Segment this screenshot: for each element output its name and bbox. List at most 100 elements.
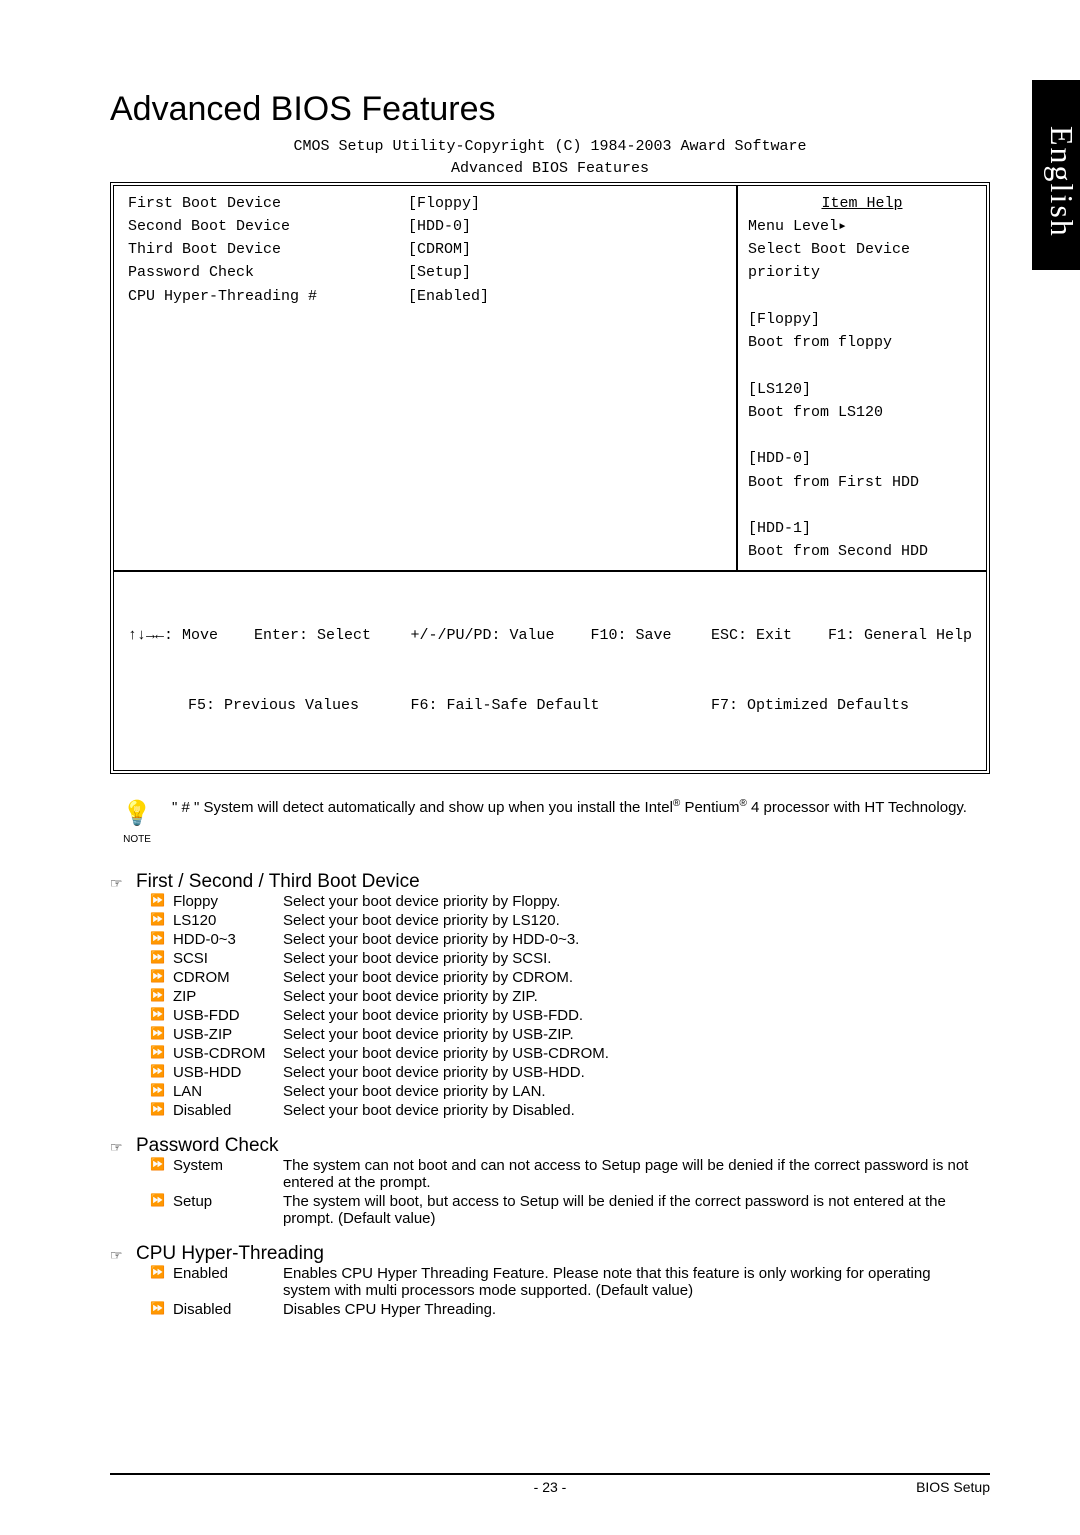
section-title: Password Check [136, 1135, 279, 1157]
option-bullet-icon: ⏩ [150, 1026, 173, 1045]
note-icon: 💡 NOTE [110, 796, 164, 847]
bios-header-line1: CMOS Setup Utility-Copyright (C) 1984-20… [110, 137, 990, 157]
keys-row1-mid: +/-/PU/PD: Value F10: Save [410, 624, 671, 647]
option-name: Enabled [173, 1265, 283, 1301]
option-name: USB-ZIP [173, 1026, 283, 1045]
note-text-b: Pentium [680, 799, 739, 816]
option-description: Select your boot device priority by USB-… [283, 1007, 617, 1026]
option-row: ⏩ZIPSelect your boot device priority by … [150, 988, 617, 1007]
option-name: USB-FDD [173, 1007, 283, 1026]
section-bullet-icon: ☞ [110, 1243, 136, 1264]
option-description: Select your boot device priority by CDRO… [283, 969, 617, 988]
help-line: [LS120] [748, 378, 976, 401]
option-bullet-icon: ⏩ [150, 1102, 173, 1121]
option-row: ⏩DisabledSelect your boot device priorit… [150, 1102, 617, 1121]
note-icon-label: NOTE [110, 832, 164, 847]
page-footer: - 23 - BIOS Setup [110, 1473, 990, 1495]
option-name: Setup [173, 1193, 283, 1229]
help-line: [HDD-0] [748, 447, 976, 470]
bios-setting-label[interactable]: Second Boot Device [128, 215, 408, 238]
option-row: ⏩SystemThe system can not boot and can n… [150, 1157, 990, 1193]
option-row: ⏩USB-FDDSelect your boot device priority… [150, 1007, 617, 1026]
option-description: Select your boot device priority by USB-… [283, 1064, 617, 1083]
option-description: Select your boot device priority by LAN. [283, 1083, 617, 1102]
page-number: - 23 - [534, 1479, 567, 1495]
option-bullet-icon: ⏩ [150, 1157, 173, 1193]
item-help-title: Item Help [748, 192, 976, 215]
bios-setting-label[interactable]: Third Boot Device [128, 238, 408, 261]
bios-setting-value[interactable]: [Floppy] [408, 192, 489, 215]
help-line: Boot from First HDD [748, 471, 976, 494]
bios-setting-value[interactable]: [Enabled] [408, 285, 489, 308]
option-name: USB-HDD [173, 1064, 283, 1083]
help-line: Boot from LS120 [748, 401, 976, 424]
option-description: Select your boot device priority by ZIP. [283, 988, 617, 1007]
bios-setting-value[interactable]: [CDROM] [408, 238, 489, 261]
option-bullet-icon: ⏩ [150, 1064, 173, 1083]
language-tab: English [1032, 80, 1080, 270]
option-name: LAN [173, 1083, 283, 1102]
option-bullet-icon: ⏩ [150, 912, 173, 931]
section-bullet-icon: ☞ [110, 871, 136, 892]
keys-row2-left: F5: Previous Values [128, 694, 371, 717]
option-description: Select your boot device priority by USB-… [283, 1026, 617, 1045]
option-name: USB-CDROM [173, 1045, 283, 1064]
bios-setting-value[interactable]: [Setup] [408, 261, 489, 284]
footer-right: BIOS Setup [916, 1479, 990, 1495]
option-row: ⏩USB-CDROMSelect your boot device priori… [150, 1045, 617, 1064]
option-description: Select your boot device priority by Disa… [283, 1102, 617, 1121]
option-bullet-icon: ⏩ [150, 1007, 173, 1026]
help-line: priority [748, 261, 976, 284]
help-line: Boot from Second HDD [748, 540, 976, 563]
option-bullet-icon: ⏩ [150, 969, 173, 988]
option-bullet-icon: ⏩ [150, 1265, 173, 1301]
option-row: ⏩DisabledDisables CPU Hyper Threading. [150, 1301, 990, 1320]
option-row: ⏩CDROMSelect your boot device priority b… [150, 969, 617, 988]
help-line [748, 424, 976, 447]
option-row: ⏩SetupThe system will boot, but access t… [150, 1193, 990, 1229]
option-bullet-icon: ⏩ [150, 950, 173, 969]
option-description: Disables CPU Hyper Threading. [283, 1301, 990, 1320]
help-line [748, 285, 976, 308]
option-description: Select your boot device priority by HDD-… [283, 931, 617, 950]
page-content: Advanced BIOS Features CMOS Setup Utilit… [0, 0, 1080, 1370]
option-name: Disabled [173, 1301, 283, 1320]
section-title: CPU Hyper-Threading [136, 1243, 324, 1265]
bios-setting-label[interactable]: CPU Hyper-Threading # [128, 285, 408, 308]
section-bullet-icon: ☞ [110, 1135, 136, 1156]
note-block: 💡 NOTE " # " System will detect automati… [110, 796, 990, 847]
option-name: System [173, 1157, 283, 1193]
option-name: SCSI [173, 950, 283, 969]
help-line: Select Boot Device [748, 238, 976, 261]
keys-row2-right: F7: Optimized Defaults [711, 694, 972, 717]
keys-row1-left: ↑↓→←: Move Enter: Select [128, 624, 371, 647]
option-row: ⏩USB-HDDSelect your boot device priority… [150, 1064, 617, 1083]
option-bullet-icon: ⏩ [150, 893, 173, 912]
bios-setting-label[interactable]: Password Check [128, 261, 408, 284]
option-description: Select your boot device priority by SCSI… [283, 950, 617, 969]
keys-row2-mid: F6: Fail-Safe Default [410, 694, 671, 717]
option-row: ⏩EnabledEnables CPU Hyper Threading Feat… [150, 1265, 990, 1301]
option-name: Disabled [173, 1102, 283, 1121]
option-name: HDD-0~3 [173, 931, 283, 950]
option-description: The system can not boot and can not acce… [283, 1157, 990, 1193]
option-row: ⏩HDD-0~3Select your boot device priority… [150, 931, 617, 950]
option-bullet-icon: ⏩ [150, 1301, 173, 1320]
option-bullet-icon: ⏩ [150, 931, 173, 950]
option-row: ⏩LS120Select your boot device priority b… [150, 912, 617, 931]
option-row: ⏩SCSISelect your boot device priority by… [150, 950, 617, 969]
bios-screen: First Boot DeviceSecond Boot DeviceThird… [110, 182, 990, 774]
section-title: First / Second / Third Boot Device [136, 871, 420, 893]
option-bullet-icon: ⏩ [150, 1045, 173, 1064]
option-description: The system will boot, but access to Setu… [283, 1193, 990, 1229]
option-name: CDROM [173, 969, 283, 988]
option-name: ZIP [173, 988, 283, 1007]
bios-setting-label[interactable]: First Boot Device [128, 192, 408, 215]
help-line: [HDD-1] [748, 517, 976, 540]
help-line: Boot from floppy [748, 331, 976, 354]
option-bullet-icon: ⏩ [150, 1083, 173, 1102]
bios-setting-value[interactable]: [HDD-0] [408, 215, 489, 238]
bios-header-line2: Advanced BIOS Features [110, 159, 990, 179]
help-line: Menu Level▸ [748, 215, 976, 238]
option-row: ⏩FloppySelect your boot device priority … [150, 893, 617, 912]
